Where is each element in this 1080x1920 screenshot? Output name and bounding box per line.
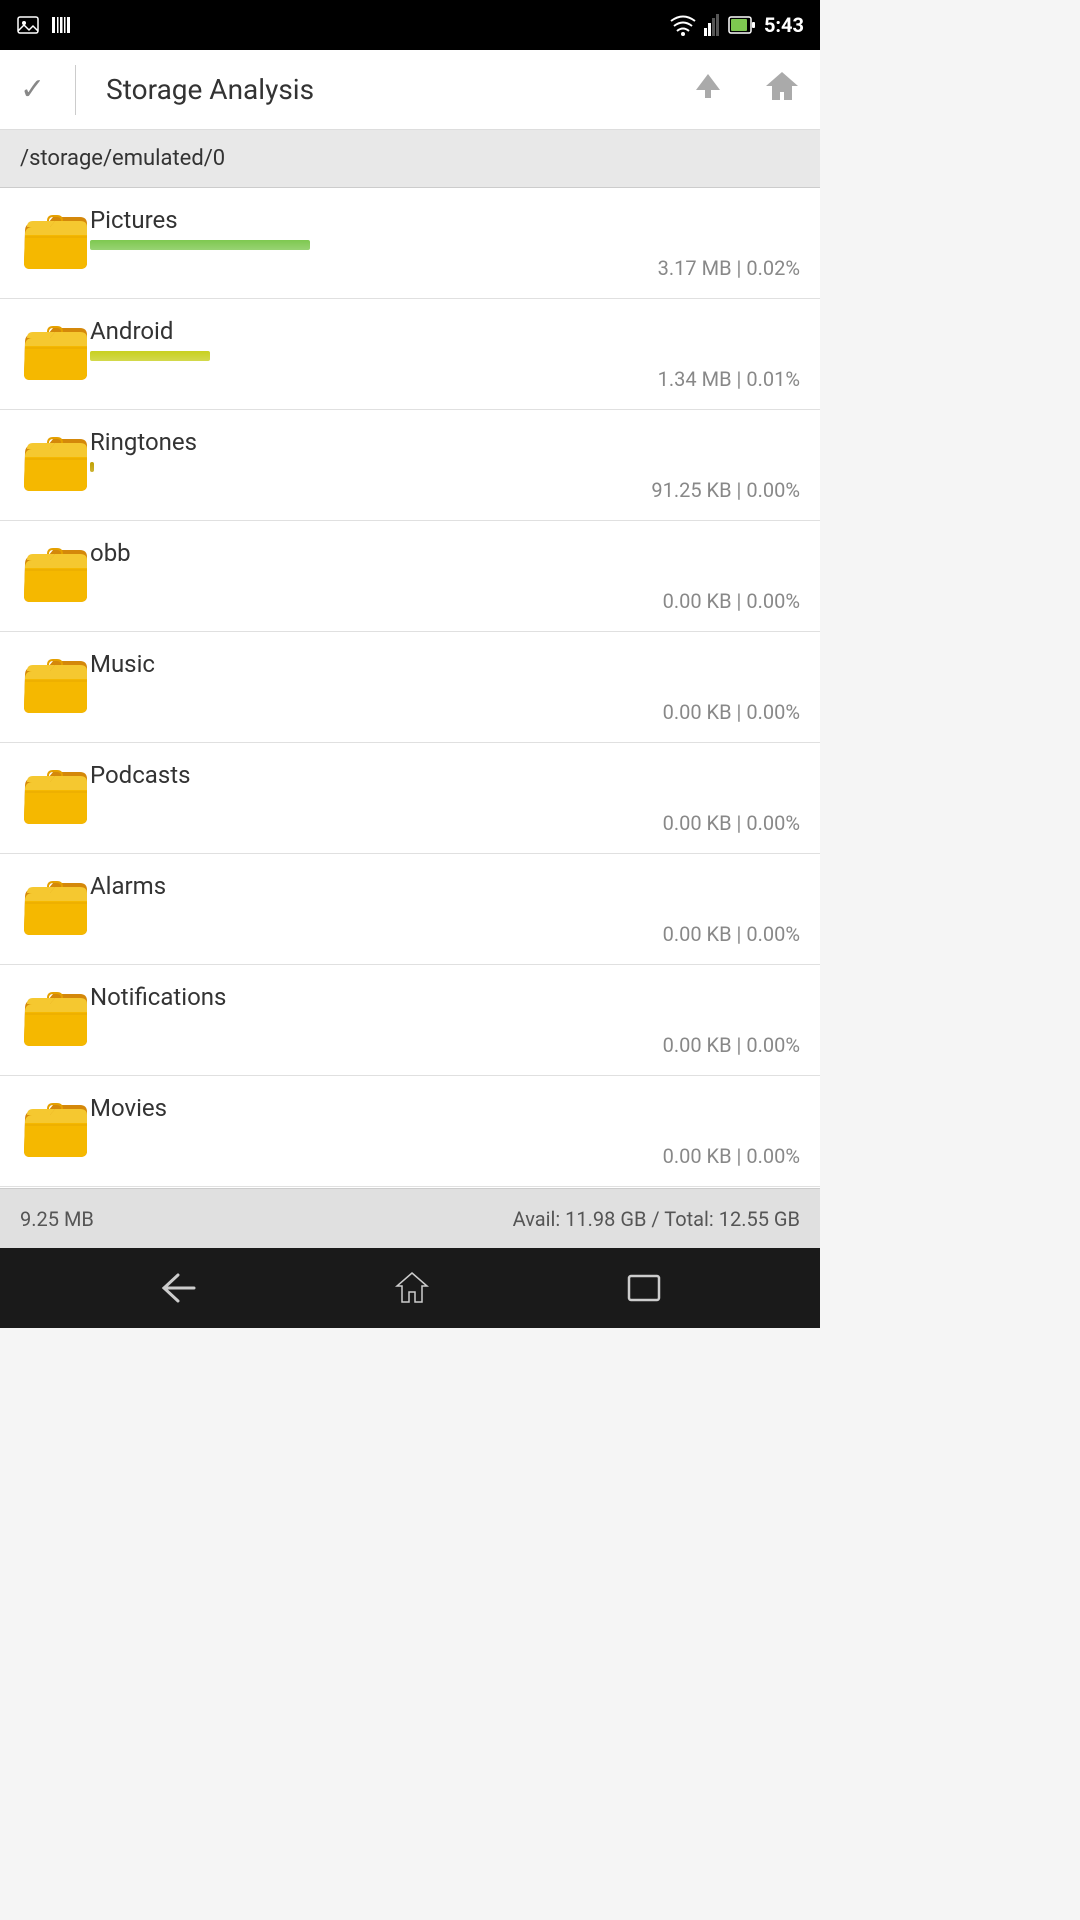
- folder-info: Music 0.00 KB | 0.00%: [90, 650, 800, 724]
- folder-info: Ringtones 91.25 KB | 0.00%: [90, 428, 800, 502]
- folder-icon: [20, 764, 90, 833]
- folder-name: obb: [90, 539, 800, 567]
- folder-size: 91.25 KB | 0.00%: [90, 478, 800, 502]
- folder-item-pictures[interactable]: Pictures 3.17 MB | 0.02%: [0, 188, 820, 299]
- folder-info: Android 1.34 MB | 0.01%: [90, 317, 800, 391]
- folder-icon: [20, 542, 90, 611]
- folder-progress-bar-container: [90, 795, 800, 805]
- path-bar: /storage/emulated/0: [0, 130, 820, 188]
- recents-button[interactable]: [626, 1273, 662, 1303]
- folder-name: Notifications: [90, 983, 800, 1011]
- folder-item-ringtones[interactable]: Ringtones 91.25 KB | 0.00%: [0, 410, 820, 521]
- folder-icon: [20, 209, 90, 278]
- folder-info: Pictures 3.17 MB | 0.02%: [90, 206, 800, 280]
- folder-icon: [20, 1097, 90, 1166]
- folder-info: obb 0.00 KB | 0.00%: [90, 539, 800, 613]
- wifi-icon: [670, 14, 696, 36]
- folder-info: Podcasts 0.00 KB | 0.00%: [90, 761, 800, 835]
- home-button[interactable]: [764, 68, 800, 111]
- folder-progress-bar: [90, 240, 310, 250]
- folder-progress-bar-container: [90, 1017, 800, 1027]
- status-time: 5:43: [764, 13, 804, 37]
- signal-icon: [704, 14, 720, 36]
- folder-progress-bar-container: [90, 351, 800, 361]
- folder-name: Podcasts: [90, 761, 800, 789]
- folder-size: 0.00 KB | 0.00%: [90, 922, 800, 946]
- folder-name: Alarms: [90, 872, 800, 900]
- nav-bar: [0, 1248, 820, 1328]
- folder-item-movies[interactable]: Movies 0.00 KB | 0.00%: [0, 1076, 820, 1187]
- toolbar: ✓ Storage Analysis: [0, 50, 820, 130]
- folder-size: 0.00 KB | 0.00%: [90, 811, 800, 835]
- home-nav-button[interactable]: [394, 1270, 430, 1306]
- page-title: Storage Analysis: [106, 73, 672, 106]
- folder-size: 3.17 MB | 0.02%: [90, 256, 800, 280]
- toolbar-divider: [75, 65, 76, 115]
- folder-name: Music: [90, 650, 800, 678]
- folder-icon: [20, 320, 90, 389]
- image-icon: [16, 13, 40, 37]
- folder-progress-bar: [90, 462, 94, 472]
- folder-item-podcasts[interactable]: Podcasts 0.00 KB | 0.00%: [0, 743, 820, 854]
- status-bar: 5:43: [0, 0, 820, 50]
- folder-name: Ringtones: [90, 428, 800, 456]
- back-button[interactable]: [158, 1273, 198, 1303]
- folder-name: Pictures: [90, 206, 800, 234]
- folder-info: Alarms 0.00 KB | 0.00%: [90, 872, 800, 946]
- folder-size: 0.00 KB | 0.00%: [90, 589, 800, 613]
- status-left-icons: [16, 13, 74, 37]
- folder-size: 0.00 KB | 0.00%: [90, 1033, 800, 1057]
- folder-info: Movies 0.00 KB | 0.00%: [90, 1094, 800, 1168]
- folder-progress-bar-container: [90, 462, 800, 472]
- folder-progress-bar: [90, 351, 210, 361]
- folder-list: Pictures 3.17 MB | 0.02% Android 1.34 MB |…: [0, 188, 820, 1188]
- battery-icon: [728, 14, 756, 36]
- bottom-status-bar: 9.25 MB Avail: 11.98 GB / Total: 12.55 G…: [0, 1188, 820, 1248]
- current-path: /storage/emulated/0: [20, 146, 225, 171]
- folder-progress-bar-container: [90, 684, 800, 694]
- folder-progress-bar-container: [90, 240, 800, 250]
- status-right-icons: 5:43: [670, 13, 804, 37]
- folder-name: Movies: [90, 1094, 800, 1122]
- folder-item-notifications[interactable]: Notifications 0.00 KB | 0.00%: [0, 965, 820, 1076]
- up-button[interactable]: [692, 70, 724, 109]
- barcode-icon: [50, 13, 74, 37]
- folder-icon: [20, 653, 90, 722]
- folder-progress-bar-container: [90, 906, 800, 916]
- folder-info: Notifications 0.00 KB | 0.00%: [90, 983, 800, 1057]
- used-space: 9.25 MB: [20, 1207, 94, 1231]
- avail-space: Avail: 11.98 GB / Total: 12.55 GB: [513, 1207, 800, 1231]
- folder-item-obb[interactable]: obb 0.00 KB | 0.00%: [0, 521, 820, 632]
- folder-item-alarms[interactable]: Alarms 0.00 KB | 0.00%: [0, 854, 820, 965]
- folder-progress-bar-container: [90, 1128, 800, 1138]
- folder-icon: [20, 875, 90, 944]
- folder-progress-bar-container: [90, 573, 800, 583]
- folder-name: Android: [90, 317, 800, 345]
- folder-item-android[interactable]: Android 1.34 MB | 0.01%: [0, 299, 820, 410]
- folder-size: 0.00 KB | 0.00%: [90, 1144, 800, 1168]
- folder-size: 0.00 KB | 0.00%: [90, 700, 800, 724]
- check-button[interactable]: ✓: [20, 72, 45, 107]
- folder-icon: [20, 986, 90, 1055]
- folder-size: 1.34 MB | 0.01%: [90, 367, 800, 391]
- folder-item-music[interactable]: Music 0.00 KB | 0.00%: [0, 632, 820, 743]
- folder-icon: [20, 431, 90, 500]
